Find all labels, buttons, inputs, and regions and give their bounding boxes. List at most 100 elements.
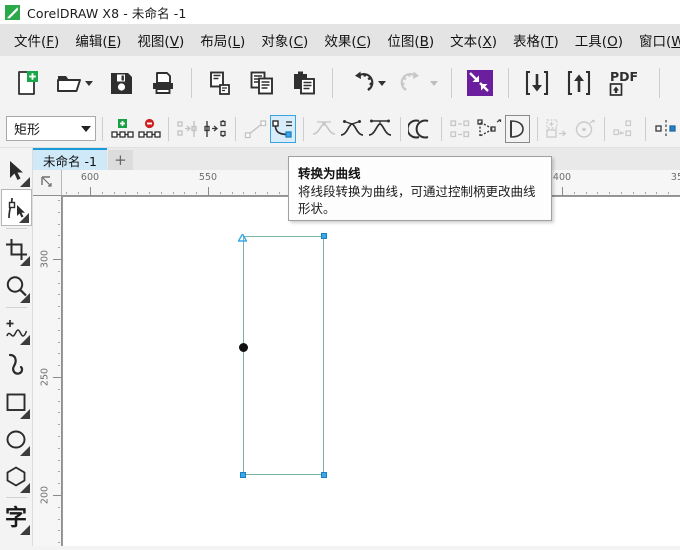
auto-close-curve-icon: [477, 118, 501, 137]
ruler-h-minor-tick: [173, 192, 174, 194]
menu-table-accel: T: [545, 34, 554, 50]
object-type-combo[interactable]: 矩形: [6, 116, 97, 141]
ruler-v-minor-tick: [58, 224, 60, 225]
export-button[interactable]: [558, 60, 600, 106]
paste-button[interactable]: [283, 60, 325, 106]
toolbar-separator-2: [332, 68, 333, 98]
redo-arrow-icon: [400, 71, 419, 91]
menu-object-accel: C: [293, 34, 304, 50]
save-button[interactable]: [100, 60, 142, 106]
reflect-nodes-button[interactable]: [653, 115, 679, 143]
toolbox-separator-2: [5, 307, 27, 308]
join-nodes-icon: [177, 120, 197, 137]
rectangle-tool[interactable]: [1, 384, 32, 421]
auto-close-curve-framed-button[interactable]: [504, 114, 530, 143]
shape-tool-flyout-icon[interactable]: [18, 213, 29, 223]
menu-text[interactable]: 文本(X): [442, 27, 505, 53]
ellipse-tool-flyout-icon[interactable]: [19, 446, 30, 456]
import-button[interactable]: [516, 60, 558, 106]
page-sheet[interactable]: [62, 196, 680, 550]
ruler-v-minor-tick: [58, 212, 60, 213]
artistic-media-tool[interactable]: [1, 347, 32, 384]
ruler-v-minor-tick: [58, 519, 60, 520]
ruler-v-minor-tick: [58, 353, 60, 354]
menu-layout[interactable]: 布局(L): [192, 27, 253, 53]
open-dropdown-caret-icon[interactable]: [84, 80, 93, 86]
menu-view-accel: V: [169, 34, 179, 50]
break-curve-button[interactable]: [202, 115, 228, 143]
menu-window[interactable]: 窗口(W): [631, 27, 680, 53]
publish-pdf-button[interactable]: PDF: [600, 60, 652, 106]
ruler-h-minor-tick: [243, 192, 244, 194]
make-node-symmetrical-button[interactable]: [367, 115, 393, 143]
menu-object[interactable]: 对象(C): [253, 27, 316, 53]
freehand-tool[interactable]: [1, 310, 32, 347]
menu-view[interactable]: 视图(V): [129, 27, 192, 53]
text-tool[interactable]: 字: [1, 500, 32, 537]
floppy-disk-icon: [111, 73, 132, 94]
reverse-direction-button[interactable]: [407, 115, 434, 143]
make-node-smooth-button[interactable]: [339, 115, 365, 143]
print-button[interactable]: [142, 60, 184, 106]
drawing-canvas[interactable]: [62, 196, 680, 550]
menu-layout-label: 布局: [200, 34, 228, 50]
redo-dropdown-caret-icon: [429, 80, 438, 86]
rectangle-tool-flyout-icon[interactable]: [19, 409, 30, 419]
add-document-tab-button[interactable]: +: [107, 150, 133, 170]
selected-node-left-middle[interactable]: [239, 343, 248, 352]
menu-edit-accel: E: [107, 34, 117, 50]
undo-button[interactable]: [340, 60, 392, 106]
ruler-v-minor-tick: [58, 271, 60, 272]
ruler-h-minor-tick: [78, 192, 79, 194]
menu-edit[interactable]: 编辑(E): [67, 27, 129, 53]
corner-node-bottom-left[interactable]: [240, 472, 246, 478]
chevron-down-icon[interactable]: [81, 125, 92, 132]
polygon-tool[interactable]: [1, 458, 32, 495]
menu-table[interactable]: 表格(T): [505, 27, 567, 53]
menu-bitmaps[interactable]: 位图(B): [379, 27, 442, 53]
ruler-v-minor-tick: [58, 460, 60, 461]
pick-tool-flyout-icon[interactable]: [19, 177, 30, 187]
property-separator-9: [644, 116, 646, 141]
pick-tool[interactable]: [1, 152, 32, 189]
polygon-tool-flyout-icon[interactable]: [19, 483, 30, 493]
menu-effects[interactable]: 效果(C): [316, 27, 379, 53]
ruler-v-minor-tick: [58, 436, 60, 437]
align-nodes-button: [612, 115, 638, 143]
menu-tools[interactable]: 工具(O): [567, 27, 631, 53]
ruler-h-major-tick: [90, 187, 91, 195]
ruler-v-minor-tick: [58, 283, 60, 284]
new-document-icon: [18, 71, 38, 95]
start-node[interactable]: [237, 230, 248, 242]
corner-node-bottom-right[interactable]: [321, 472, 327, 478]
property-bar: 矩形: [0, 110, 680, 148]
convert-to-curve-button[interactable]: [269, 114, 296, 143]
delete-node-button[interactable]: [137, 115, 161, 143]
auto-close-curve-button[interactable]: [477, 115, 503, 143]
copy-button[interactable]: [241, 60, 283, 106]
cut-button[interactable]: [199, 60, 241, 106]
freehand-tool-flyout-icon[interactable]: [19, 335, 30, 345]
selected-rectangle[interactable]: [237, 232, 327, 478]
zoom-tool[interactable]: [1, 268, 32, 305]
add-node-button[interactable]: [110, 115, 135, 143]
open-document-button[interactable]: [48, 60, 100, 106]
undo-dropdown-caret-icon[interactable]: [377, 80, 386, 86]
zoom-tool-flyout-icon[interactable]: [19, 293, 30, 303]
ruler-h-minor-tick: [232, 192, 233, 194]
ruler-origin-corner[interactable]: [33, 170, 62, 196]
crop-tool[interactable]: [1, 231, 32, 268]
ruler-h-minor-tick: [574, 192, 575, 194]
ruler-v-minor-tick: [58, 389, 60, 390]
text-tool-flyout-icon[interactable]: [19, 525, 30, 535]
shape-tool[interactable]: [0, 189, 32, 226]
corner-node-top-right[interactable]: [321, 233, 327, 239]
ruler-h-minor-tick: [597, 192, 598, 194]
zoom-to-fit-button[interactable]: [459, 60, 501, 106]
new-document-button[interactable]: [6, 60, 48, 106]
ellipse-tool[interactable]: [1, 421, 32, 458]
menu-file[interactable]: 文件(F): [6, 27, 67, 53]
crop-tool-flyout-icon[interactable]: [19, 256, 30, 266]
document-tab-untitled-1[interactable]: 未命名 -1: [33, 148, 107, 170]
vertical-ruler[interactable]: 300 250 200: [33, 196, 62, 550]
